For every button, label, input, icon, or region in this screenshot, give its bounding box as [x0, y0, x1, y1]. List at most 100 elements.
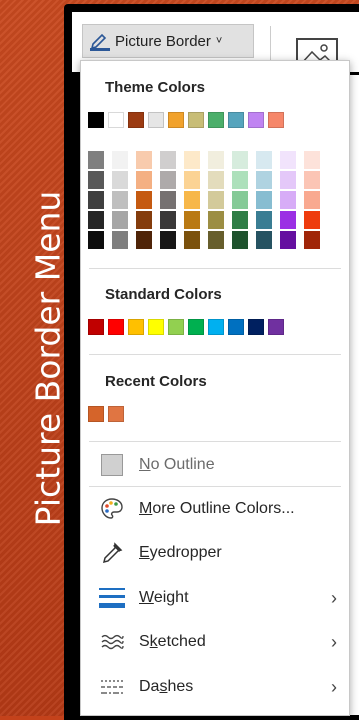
- theme-shade-swatch[interactable]: [136, 191, 152, 209]
- more-outline-colors-item[interactable]: More Outline Colors...: [81, 489, 349, 529]
- theme-color-swatch[interactable]: [188, 112, 204, 128]
- theme-shade-swatch[interactable]: [232, 211, 248, 229]
- theme-shade-swatch[interactable]: [256, 151, 272, 169]
- theme-shade-swatch[interactable]: [112, 171, 128, 189]
- divider: [89, 354, 341, 355]
- theme-shade-swatch[interactable]: [232, 151, 248, 169]
- theme-shade-swatch[interactable]: [112, 151, 128, 169]
- theme-shade-swatch[interactable]: [256, 171, 272, 189]
- theme-shade-column: [232, 151, 248, 249]
- theme-shade-column: [280, 151, 296, 249]
- theme-shade-swatch[interactable]: [88, 191, 104, 209]
- divider: [89, 268, 341, 269]
- theme-shade-swatch[interactable]: [256, 211, 272, 229]
- theme-color-swatch[interactable]: [208, 112, 224, 128]
- theme-shade-swatch[interactable]: [208, 211, 224, 229]
- standard-color-swatch[interactable]: [248, 319, 264, 335]
- theme-shade-column: [184, 151, 200, 249]
- theme-shade-swatch[interactable]: [136, 171, 152, 189]
- theme-shade-swatch[interactable]: [304, 211, 320, 229]
- dashes-item[interactable]: Dashes ›: [81, 667, 349, 707]
- theme-shade-swatch[interactable]: [304, 171, 320, 189]
- theme-shade-swatch[interactable]: [88, 231, 104, 249]
- theme-shade-swatch[interactable]: [184, 231, 200, 249]
- theme-shade-swatch[interactable]: [280, 231, 296, 249]
- theme-shade-swatch[interactable]: [160, 211, 176, 229]
- theme-shade-swatch[interactable]: [280, 171, 296, 189]
- recent-color-swatch[interactable]: [88, 406, 104, 422]
- standard-color-swatch[interactable]: [188, 319, 204, 335]
- standard-color-swatch[interactable]: [108, 319, 124, 335]
- picture-border-button[interactable]: Picture Border ˅: [82, 24, 254, 58]
- theme-shade-column: [256, 151, 272, 249]
- theme-color-swatch[interactable]: [228, 112, 244, 128]
- theme-shade-swatch[interactable]: [160, 151, 176, 169]
- theme-shade-swatch[interactable]: [304, 191, 320, 209]
- standard-colors-row: [88, 319, 284, 335]
- theme-color-swatch[interactable]: [248, 112, 264, 128]
- theme-shade-swatch[interactable]: [112, 231, 128, 249]
- theme-shade-swatch[interactable]: [208, 231, 224, 249]
- standard-color-swatch[interactable]: [128, 319, 144, 335]
- submenu-arrow-icon: ›: [331, 676, 337, 697]
- theme-shade-swatch[interactable]: [232, 171, 248, 189]
- standard-color-swatch[interactable]: [268, 319, 284, 335]
- standard-color-swatch[interactable]: [228, 319, 244, 335]
- theme-shade-swatch[interactable]: [88, 151, 104, 169]
- standard-colors-header: Standard Colors: [105, 286, 222, 303]
- chevron-down-icon: ˅: [215, 35, 223, 47]
- theme-shade-swatch[interactable]: [160, 191, 176, 209]
- weight-item[interactable]: Weight ›: [81, 578, 349, 618]
- theme-color-swatch[interactable]: [168, 112, 184, 128]
- theme-shade-swatch[interactable]: [208, 151, 224, 169]
- eyedropper-item[interactable]: Eyedropper: [81, 533, 349, 573]
- theme-shade-swatch[interactable]: [208, 171, 224, 189]
- no-outline-item[interactable]: No Outline: [81, 445, 349, 485]
- theme-color-swatch[interactable]: [88, 112, 104, 128]
- theme-shade-column: [208, 151, 224, 249]
- no-outline-swatch-icon: [99, 452, 125, 478]
- theme-shade-swatch[interactable]: [232, 191, 248, 209]
- standard-color-swatch[interactable]: [148, 319, 164, 335]
- theme-shade-swatch[interactable]: [184, 171, 200, 189]
- submenu-arrow-icon: ›: [331, 587, 337, 608]
- palette-icon: [99, 496, 125, 522]
- theme-shade-swatch[interactable]: [88, 211, 104, 229]
- dashes-icon: [99, 674, 125, 700]
- theme-color-swatch[interactable]: [108, 112, 124, 128]
- theme-color-swatch[interactable]: [128, 112, 144, 128]
- more-outline-colors-label: More Outline Colors...: [139, 500, 295, 517]
- weight-label: Weight: [139, 589, 189, 606]
- theme-shade-swatch[interactable]: [112, 191, 128, 209]
- standard-color-swatch[interactable]: [208, 319, 224, 335]
- theme-shade-swatch[interactable]: [112, 211, 128, 229]
- theme-shade-swatch[interactable]: [88, 171, 104, 189]
- theme-shade-swatch[interactable]: [304, 151, 320, 169]
- divider: [89, 486, 341, 487]
- theme-colors-header: Theme Colors: [105, 79, 206, 96]
- theme-color-swatch[interactable]: [268, 112, 284, 128]
- theme-shade-swatch[interactable]: [184, 211, 200, 229]
- theme-shade-swatch[interactable]: [304, 231, 320, 249]
- theme-shade-swatch[interactable]: [232, 231, 248, 249]
- theme-shade-swatch[interactable]: [280, 191, 296, 209]
- recent-color-swatch[interactable]: [108, 406, 124, 422]
- theme-shade-swatch[interactable]: [280, 151, 296, 169]
- theme-shade-swatch[interactable]: [256, 191, 272, 209]
- theme-shade-swatch[interactable]: [136, 211, 152, 229]
- theme-shade-swatch[interactable]: [160, 171, 176, 189]
- theme-shade-swatch[interactable]: [136, 151, 152, 169]
- theme-shade-swatch[interactable]: [280, 211, 296, 229]
- standard-color-swatch[interactable]: [168, 319, 184, 335]
- theme-shade-swatch[interactable]: [256, 231, 272, 249]
- theme-shade-swatch[interactable]: [208, 191, 224, 209]
- slide-title-text: Picture Border Menu: [28, 190, 68, 526]
- theme-shade-swatch[interactable]: [160, 231, 176, 249]
- theme-shade-swatch[interactable]: [136, 231, 152, 249]
- theme-shade-swatch[interactable]: [184, 151, 200, 169]
- theme-color-swatch[interactable]: [148, 112, 164, 128]
- sketched-item[interactable]: Sketched ›: [81, 622, 349, 662]
- standard-color-swatch[interactable]: [88, 319, 104, 335]
- recent-colors-row: [88, 406, 124, 422]
- theme-shade-swatch[interactable]: [184, 191, 200, 209]
